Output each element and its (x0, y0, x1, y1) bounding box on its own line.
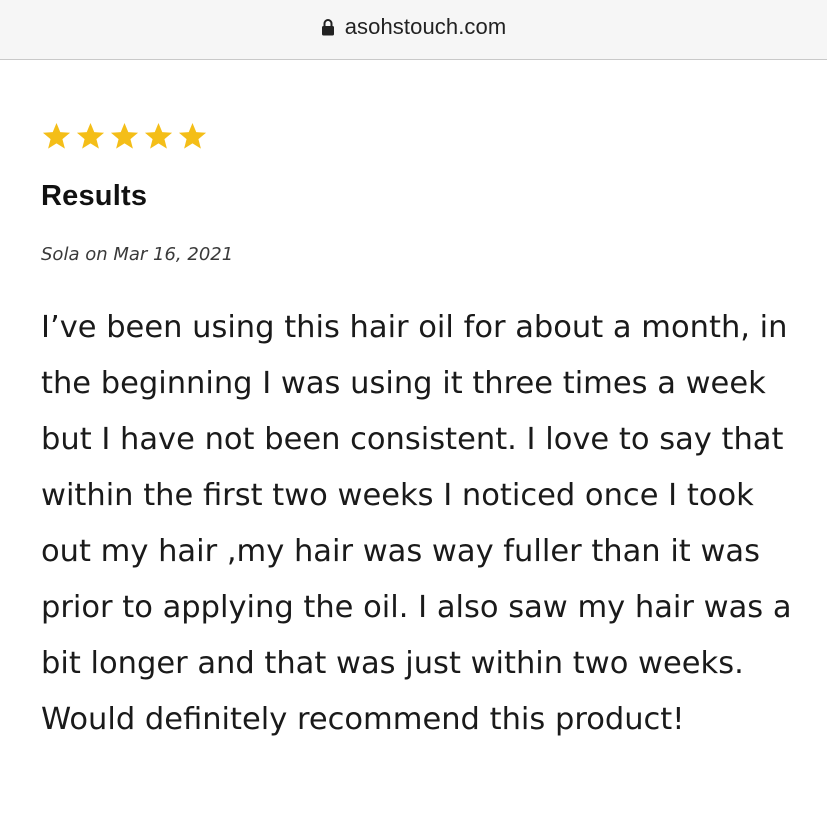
star-icon (144, 122, 173, 149)
review-title: Results (41, 180, 148, 212)
lock-icon (321, 18, 335, 36)
review-body: I’ve been using this hair oil for about … (41, 310, 792, 737)
url-display[interactable]: asohstouch.com (321, 14, 507, 40)
star-rating (41, 121, 208, 152)
star-icon (42, 122, 71, 149)
address-bar[interactable]: asohstouch.com (0, 0, 827, 60)
star-icon (76, 122, 105, 149)
star-icon (178, 122, 207, 149)
url-text: asohstouch.com (344, 13, 507, 39)
star-icon (110, 122, 139, 149)
review-author-date: Sola on Mar 16, 2021 (41, 244, 234, 265)
